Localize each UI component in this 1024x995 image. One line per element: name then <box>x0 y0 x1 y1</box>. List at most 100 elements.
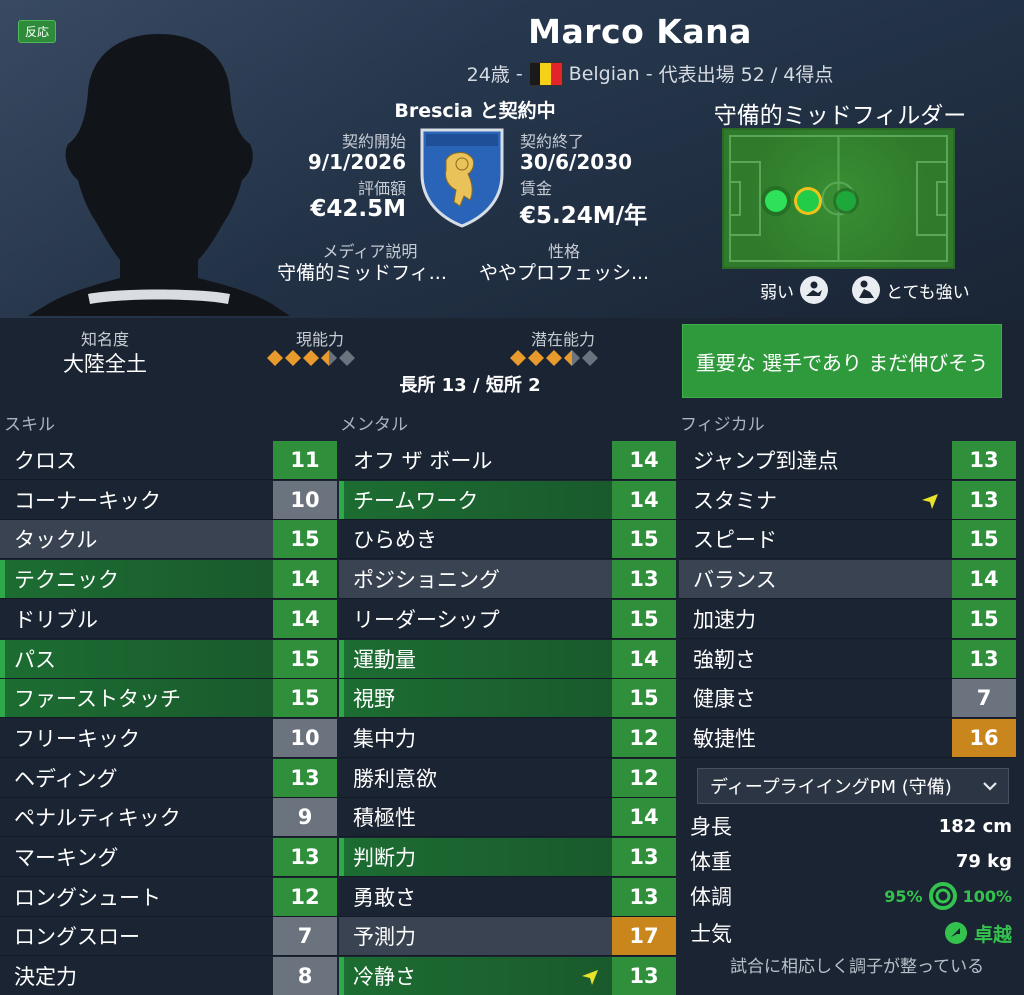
attribute-name: スタミナ <box>693 488 777 513</box>
skills-row[interactable]: ペナルティキック 9 <box>0 798 337 838</box>
morale-value: 卓越 <box>973 923 1012 946</box>
fame-label: 知名度 <box>80 330 129 349</box>
mental-row[interactable]: リーダーシップ 15 <box>339 599 676 639</box>
mental-row[interactable]: 集中力 12 <box>339 718 676 758</box>
scout-verdict[interactable]: 重要な 選手であり まだ伸びそう <box>682 324 1002 398</box>
skills-row[interactable]: ヘディング 13 <box>0 758 337 798</box>
mental-row[interactable]: ポジショニング 13 <box>339 560 676 600</box>
skills-row[interactable]: マーキング 13 <box>0 838 337 877</box>
weak-label: 弱い <box>760 282 794 303</box>
current-ability-label: 現能力 <box>295 330 344 349</box>
skills-row[interactable]: 決定力 8 <box>0 957 337 995</box>
physical-row[interactable]: ジャンプ到達点 13 <box>679 441 1016 480</box>
attribute-value: 13 <box>612 877 676 916</box>
physical-row[interactable]: スピード 15 <box>679 520 1016 560</box>
skills-row[interactable]: タックル 15 <box>0 520 337 560</box>
skills-row[interactable]: コーナーキック 10 <box>0 480 337 520</box>
position-dot-dmc <box>797 190 819 212</box>
trend-up-arrow-icon <box>922 493 938 509</box>
skills-row[interactable]: パス 15 <box>0 639 337 679</box>
skills-row[interactable]: ロングスロー 7 <box>0 917 337 957</box>
skills-row[interactable]: テクニック 14 <box>0 560 337 600</box>
caps-goals: 代表出場 52 / 4得点 <box>658 64 834 86</box>
empty-star-icon <box>339 350 355 366</box>
condition-ring-icon <box>928 882 957 910</box>
physical-row[interactable]: 敏捷性 16 <box>679 718 1016 758</box>
mental-row[interactable]: ひらめき 15 <box>339 520 676 560</box>
skills-row[interactable]: ファーストタッチ 15 <box>0 679 337 719</box>
media-value[interactable]: 守備的ミッドフィ... <box>262 258 462 285</box>
attribute-value: 13 <box>273 838 337 876</box>
physical-row[interactable]: スタミナ 13 <box>679 480 1016 520</box>
attribute-name: マーキング <box>14 846 119 870</box>
physical-row[interactable]: 強靭さ 13 <box>679 639 1016 679</box>
skills-row[interactable]: クロス 11 <box>0 441 337 480</box>
attribute-value: 14 <box>273 599 337 638</box>
strong-label: とても強い <box>886 282 970 303</box>
empty-star-icon <box>582 350 598 366</box>
mental-row[interactable]: 視野 15 <box>339 679 676 719</box>
fitness-value: 100% <box>962 886 1012 906</box>
mental-row[interactable]: 判断力 13 <box>339 838 676 877</box>
mental-row[interactable]: 積極性 14 <box>339 798 676 838</box>
attribute-value: 12 <box>612 718 676 757</box>
star-icon <box>267 350 283 366</box>
morale-up-icon <box>944 922 967 944</box>
attribute-value: 14 <box>952 560 1016 599</box>
attribute-value: 17 <box>612 917 676 956</box>
skills-row[interactable]: フリーキック 10 <box>0 718 337 758</box>
attribute-name: ロングシュート <box>14 885 161 910</box>
mental-row[interactable]: チームワーク 14 <box>339 480 676 520</box>
attribute-name: 勇敢さ <box>353 885 416 910</box>
physical-row[interactable]: バランス 14 <box>679 560 1016 600</box>
attribute-value: 14 <box>612 798 676 837</box>
half-star-icon <box>564 350 580 366</box>
mental-row[interactable]: 冷静さ 13 <box>339 957 676 995</box>
attribute-name: 敏捷性 <box>693 726 756 751</box>
attribute-name: 視野 <box>339 679 612 718</box>
position-pitch[interactable] <box>722 128 955 269</box>
potential-ability-label: 潜在能力 <box>530 330 595 349</box>
condition-value: 95% <box>884 886 923 906</box>
condition-row[interactable]: 体調 95% 100% <box>690 878 1012 914</box>
trend-up-arrow-icon <box>582 970 598 986</box>
attribute-value: 13 <box>952 639 1016 678</box>
separator: - <box>515 62 523 85</box>
star-icon <box>285 350 301 366</box>
position-legend: 弱い とても強い <box>760 276 970 304</box>
attribute-value: 16 <box>952 718 1016 757</box>
personality-value[interactable]: ややプロフェッシ... <box>462 258 666 285</box>
fame-value: 大陸全土 <box>63 352 147 376</box>
player-subline: 24歳 - Belgian - 代表出場 52 / 4得点 <box>360 60 940 87</box>
mental-row[interactable]: 勝利意欲 12 <box>339 758 676 798</box>
morale-row[interactable]: 士気 卓越 <box>690 915 1012 951</box>
contract-club[interactable]: Brescia と契約中 <box>330 96 620 123</box>
role-dropdown[interactable]: ディープライイングPM (守備) <box>697 768 1009 804</box>
morale-label: 士気 <box>690 922 732 946</box>
attribute-value: 13 <box>612 838 676 876</box>
potential-ability-stars[interactable] <box>508 348 620 368</box>
attribute-name: リーダーシップ <box>353 607 500 632</box>
attribute-value: 11 <box>273 441 337 479</box>
strengths-weaknesses[interactable]: 長所 13 / 短所 2 <box>330 371 610 397</box>
mental-row[interactable]: 勇敢さ 13 <box>339 877 676 917</box>
skills-title: スキル <box>4 415 55 435</box>
physical-row[interactable]: 加速力 15 <box>679 599 1016 639</box>
current-ability-stars[interactable] <box>265 348 377 368</box>
mental-row[interactable]: 予測力 17 <box>339 917 676 957</box>
club-crest-icon[interactable] <box>416 126 508 228</box>
skills-row[interactable]: ロングシュート 12 <box>0 877 337 917</box>
star-icon <box>303 350 319 366</box>
weak-player-icon <box>800 276 828 304</box>
attribute-value: 12 <box>273 877 337 916</box>
mental-row[interactable]: 運動量 14 <box>339 639 676 679</box>
physical-row[interactable]: 健康さ 7 <box>679 679 1016 719</box>
position-dot-dm <box>765 190 787 212</box>
attribute-value: 14 <box>273 560 337 599</box>
mental-row[interactable]: オフ ザ ボール 14 <box>339 441 676 480</box>
belgium-flag-icon <box>528 61 563 86</box>
skills-row[interactable]: ドリブル 14 <box>0 599 337 639</box>
nationality[interactable]: Belgian <box>569 63 640 85</box>
attribute-name: タックル <box>0 520 273 559</box>
attribute-value: 15 <box>273 679 337 718</box>
